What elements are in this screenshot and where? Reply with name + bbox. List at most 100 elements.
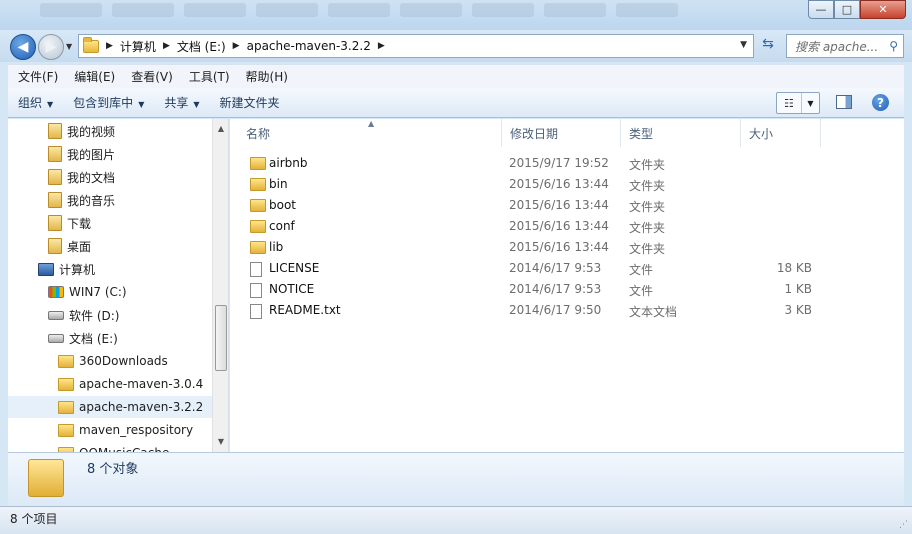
- file-date: 2014/6/17 9:53: [509, 282, 602, 296]
- resize-grip-icon[interactable]: ⋰: [899, 520, 908, 530]
- library-icon: [48, 146, 62, 162]
- refresh-icon[interactable]: ⇆: [758, 36, 778, 56]
- nav-item[interactable]: 下载: [48, 212, 91, 234]
- nav-item[interactable]: 桌面: [48, 235, 91, 257]
- file-size: 1 KB: [784, 282, 812, 296]
- file-icon: [250, 262, 262, 277]
- column-header-size[interactable]: 大小: [741, 119, 821, 147]
- item-count: 8 个项目: [10, 512, 58, 526]
- maximize-button[interactable]: □: [834, 0, 860, 19]
- chevron-down-icon[interactable]: ▼: [802, 93, 819, 113]
- search-icon[interactable]: ⚲: [889, 39, 898, 53]
- nav-item[interactable]: 我的图片: [48, 143, 115, 165]
- column-date-label: 修改日期: [510, 126, 559, 141]
- nav-item[interactable]: 我的视频: [48, 120, 115, 142]
- include-in-library-label: 包含到库中: [73, 96, 134, 110]
- nav-scrollbar[interactable]: ▲ ▼: [212, 119, 228, 452]
- file-row[interactable]: README.txt 2014/6/17 9:50 文本文档 3 KB: [242, 300, 842, 321]
- nav-item[interactable]: 360Downloads: [58, 350, 168, 372]
- organize-button[interactable]: 组织 ▼: [8, 94, 63, 111]
- file-date: 2015/9/17 19:52: [509, 156, 609, 170]
- nav-item-label: 下载: [67, 216, 92, 231]
- chevron-right-icon[interactable]: ▶: [163, 41, 170, 51]
- command-bar: 组织 ▼ 包含到库中 ▼ 共享 ▼ 新建文件夹 ☷ ▼ ?: [8, 88, 904, 118]
- search-placeholder: 搜索 apache...: [795, 39, 879, 54]
- file-size: 3 KB: [784, 303, 812, 317]
- folder-icon: [58, 354, 74, 368]
- library-icon: [48, 215, 62, 231]
- back-button[interactable]: ◀: [10, 34, 36, 60]
- recent-pages-dropdown[interactable]: ▼: [66, 42, 72, 51]
- nav-item[interactable]: 计算机: [38, 258, 95, 280]
- menu-view[interactable]: 查看(V): [125, 68, 179, 85]
- file-type: 文件: [629, 263, 654, 277]
- column-header-type[interactable]: 类型: [621, 119, 741, 147]
- nav-item[interactable]: apache-maven-3.2.2: [8, 396, 212, 418]
- nav-item[interactable]: 我的文档: [48, 166, 115, 188]
- file-type: 文本文档: [629, 305, 678, 319]
- nav-item[interactable]: maven_respository: [58, 419, 193, 441]
- breadcrumb-current-folder[interactable]: apache-maven-3.2.2: [247, 39, 371, 53]
- nav-item[interactable]: 我的音乐: [48, 189, 115, 211]
- details-pane: 8 个对象: [8, 452, 904, 506]
- scroll-up-icon[interactable]: ▲: [213, 121, 229, 137]
- share-button[interactable]: 共享 ▼: [154, 94, 209, 111]
- details-view-icon[interactable]: ☷: [777, 93, 802, 113]
- nav-item[interactable]: 文档 (E:): [48, 327, 118, 349]
- file-row[interactable]: NOTICE 2014/6/17 9:53 文件 1 KB: [242, 279, 842, 300]
- file-row[interactable]: LICENSE 2014/6/17 9:53 文件 18 KB: [242, 258, 842, 279]
- file-row[interactable]: airbnb 2015/9/17 19:52 文件夹: [242, 153, 842, 174]
- file-row[interactable]: bin 2015/6/16 13:44 文件夹: [242, 174, 842, 195]
- address-row: ◀ ▶ ▼ ▶ 计算机 ▶ 文档 (E:) ▶ apache-maven-3.2…: [0, 30, 912, 62]
- nav-item[interactable]: QQMusicCache: [58, 442, 169, 452]
- nav-item[interactable]: WIN7 (C:): [48, 281, 127, 303]
- drive-icon: [48, 310, 64, 320]
- close-button[interactable]: ✕: [860, 0, 906, 19]
- menu-bar: 文件(F) 编辑(E) 查看(V) 工具(T) 帮助(H): [8, 64, 904, 88]
- preview-pane-icon[interactable]: [836, 95, 852, 109]
- file-date: 2014/6/17 9:50: [509, 303, 602, 317]
- chevron-right-icon[interactable]: ▶: [378, 41, 385, 51]
- scroll-thumb[interactable]: [215, 305, 227, 371]
- file-type: 文件夹: [629, 242, 666, 256]
- include-in-library-button[interactable]: 包含到库中 ▼: [63, 94, 154, 111]
- file-row[interactable]: boot 2015/6/16 13:44 文件夹: [242, 195, 842, 216]
- file-type: 文件: [629, 284, 654, 298]
- file-name: LICENSE: [269, 261, 320, 275]
- address-bar[interactable]: ▶ 计算机 ▶ 文档 (E:) ▶ apache-maven-3.2.2 ▶ ▼: [78, 34, 754, 58]
- chevron-right-icon[interactable]: ▶: [233, 41, 240, 51]
- menu-help[interactable]: 帮助(H): [240, 68, 294, 85]
- folder-icon: [58, 423, 74, 437]
- new-folder-button[interactable]: 新建文件夹: [210, 94, 290, 111]
- scroll-down-icon[interactable]: ▼: [213, 434, 229, 450]
- nav-item[interactable]: 软件 (D:): [48, 304, 119, 326]
- chevron-down-icon: ▼: [193, 100, 200, 109]
- change-view-button[interactable]: ☷ ▼: [776, 92, 820, 114]
- menu-tools[interactable]: 工具(T): [183, 68, 236, 85]
- folder-icon: [250, 199, 266, 212]
- file-name: airbnb: [269, 156, 308, 170]
- nav-item-label: 我的文档: [67, 170, 116, 185]
- file-name: lib: [269, 240, 284, 254]
- folder-icon: [250, 178, 266, 191]
- search-input[interactable]: 搜索 apache... ⚲: [786, 34, 904, 58]
- minimize-button[interactable]: —: [808, 0, 834, 19]
- column-header-date[interactable]: 修改日期: [502, 119, 621, 147]
- file-type: 文件夹: [629, 221, 666, 235]
- file-row[interactable]: lib 2015/6/16 13:44 文件夹: [242, 237, 842, 258]
- address-dropdown-icon[interactable]: ▼: [740, 40, 747, 50]
- status-bar: 8 个项目 ⋰: [0, 506, 912, 534]
- help-icon[interactable]: ?: [872, 94, 889, 111]
- menu-edit[interactable]: 编辑(E): [68, 68, 121, 85]
- file-date: 2015/6/16 13:44: [509, 177, 609, 191]
- chevron-right-icon[interactable]: ▶: [106, 41, 113, 51]
- file-row[interactable]: conf 2015/6/16 13:44 文件夹: [242, 216, 842, 237]
- forward-button[interactable]: ▶: [38, 34, 64, 60]
- breadcrumb-drive-e[interactable]: 文档 (E:): [177, 38, 226, 55]
- windows-drive-icon: [48, 286, 64, 298]
- file-name: bin: [269, 177, 288, 191]
- breadcrumb-computer[interactable]: 计算机: [120, 38, 156, 55]
- menu-file[interactable]: 文件(F): [12, 68, 64, 85]
- file-type: 文件夹: [629, 179, 666, 193]
- nav-item[interactable]: apache-maven-3.0.4: [58, 373, 203, 395]
